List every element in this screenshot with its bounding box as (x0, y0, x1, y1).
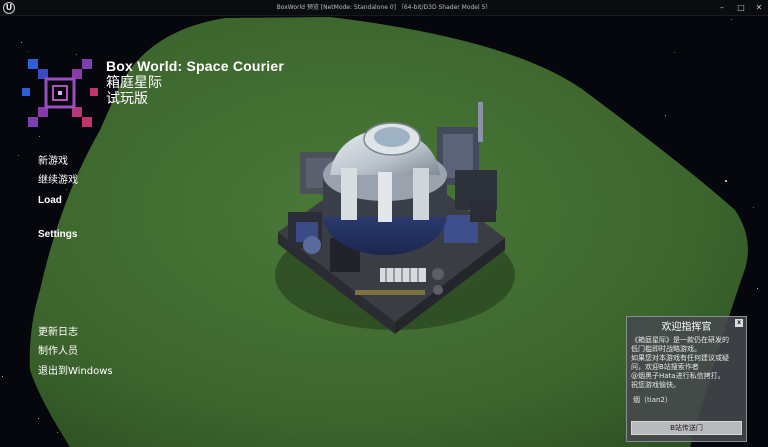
game-title-cn: 箱庭星际 (106, 75, 162, 91)
menu-changelog[interactable]: 更新日志 (38, 326, 78, 339)
menu-load[interactable]: Load (38, 194, 62, 207)
menu-new-game[interactable]: 新游戏 (38, 155, 68, 168)
menu-settings[interactable]: Settings (38, 228, 77, 241)
game-viewport[interactable]: Box World: Space Courier 箱庭星际 试玩版 新游戏 继续… (0, 17, 768, 447)
panel-title: 欢迎指挥官 (661, 322, 712, 333)
menu-credits[interactable]: 制作人员 (38, 345, 78, 358)
window-title: BoxWorld 预览 [NetMode: Standalone 0] （64-… (276, 4, 492, 11)
panel-message: 《箱庭星际》是一款仍在研发的 低门槛即时战略游戏。 如果您对本游戏有任何建议或疑… (631, 336, 745, 390)
panel-line: 问，欢迎B站搜索作者 (631, 363, 699, 371)
panel-line: @烟黑子Hata进行私信拷打。 (631, 372, 725, 380)
panel-line: 如果您对本游戏有任何建议或疑 (631, 354, 729, 362)
close-window-button[interactable]: ✕ (751, 2, 767, 14)
panel-line: 低门槛即时战略游戏。 (631, 345, 701, 353)
panel-line: 《箱庭星际》是一款仍在研发的 (631, 336, 729, 344)
welcome-panel: x 欢迎指挥官 《箱庭星际》是一款仍在研发的 低门槛即时战略游戏。 如果您对本游… (626, 316, 747, 442)
panel-line: 祝您游戏愉快。 (631, 381, 680, 389)
game-title-en: Box World: Space Courier (106, 58, 285, 74)
window-title-bar: U BoxWorld 预览 [NetMode: Standalone 0] （6… (0, 0, 768, 16)
game-logo-icon (22, 59, 98, 127)
menu-exit[interactable]: 退出到Windows (38, 365, 113, 378)
minimize-button[interactable]: – (714, 2, 730, 14)
panel-signature: 烟（tian2） (633, 396, 672, 404)
menu-continue[interactable]: 继续游戏 (38, 174, 78, 187)
bilibili-portal-button[interactable]: B站传送门 (631, 421, 742, 435)
game-edition: 试玩版 (106, 91, 148, 107)
maximize-button[interactable]: □ (733, 2, 749, 14)
